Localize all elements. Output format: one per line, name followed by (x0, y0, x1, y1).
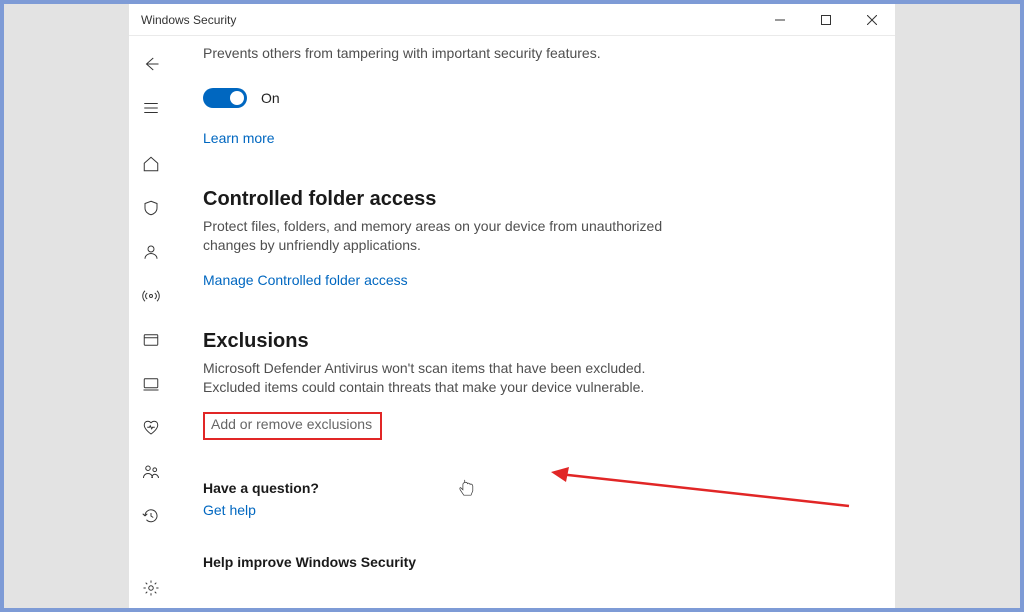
firewall-icon[interactable] (131, 276, 171, 316)
improve-heading: Help improve Windows Security (203, 554, 855, 570)
tamper-description: Prevents others from tampering with impo… (203, 44, 683, 64)
exclusions-heading: Exclusions (203, 330, 855, 353)
maximize-button[interactable] (803, 4, 849, 36)
settings-icon[interactable] (131, 568, 171, 608)
home-icon[interactable] (131, 144, 171, 184)
cfa-heading: Controlled folder access (203, 188, 855, 211)
cursor-icon (459, 479, 474, 502)
tamper-toggle-label: On (261, 90, 280, 106)
cfa-description: Protect files, folders, and memory areas… (203, 217, 683, 256)
exclusions-description: Microsoft Defender Antivirus won't scan … (203, 359, 683, 398)
close-button[interactable] (849, 4, 895, 36)
health-icon[interactable] (131, 408, 171, 448)
highlight-box: Add or remove exclusions (203, 412, 382, 440)
tamper-toggle[interactable] (203, 88, 247, 108)
device-security-icon[interactable] (131, 364, 171, 404)
get-help-link[interactable]: Get help (203, 502, 256, 518)
exclusions-link[interactable]: Add or remove exclusions (211, 416, 372, 432)
annotation-arrow-icon (549, 466, 859, 521)
cfa-manage-link[interactable]: Manage Controlled folder access (203, 272, 408, 288)
minimize-button[interactable] (757, 4, 803, 36)
window-title: Windows Security (129, 13, 757, 27)
tamper-learn-more-link[interactable]: Learn more (203, 130, 275, 146)
back-icon[interactable] (131, 44, 171, 84)
sidebar (129, 36, 173, 608)
windows-security-window: Windows Security (129, 4, 895, 608)
content-area: Prevents others from tampering with impo… (173, 36, 895, 608)
family-icon[interactable] (131, 452, 171, 492)
shield-icon[interactable] (131, 188, 171, 228)
app-browser-icon[interactable] (131, 320, 171, 360)
menu-icon[interactable] (131, 88, 171, 128)
history-icon[interactable] (131, 496, 171, 536)
titlebar: Windows Security (129, 4, 895, 36)
account-icon[interactable] (131, 232, 171, 272)
